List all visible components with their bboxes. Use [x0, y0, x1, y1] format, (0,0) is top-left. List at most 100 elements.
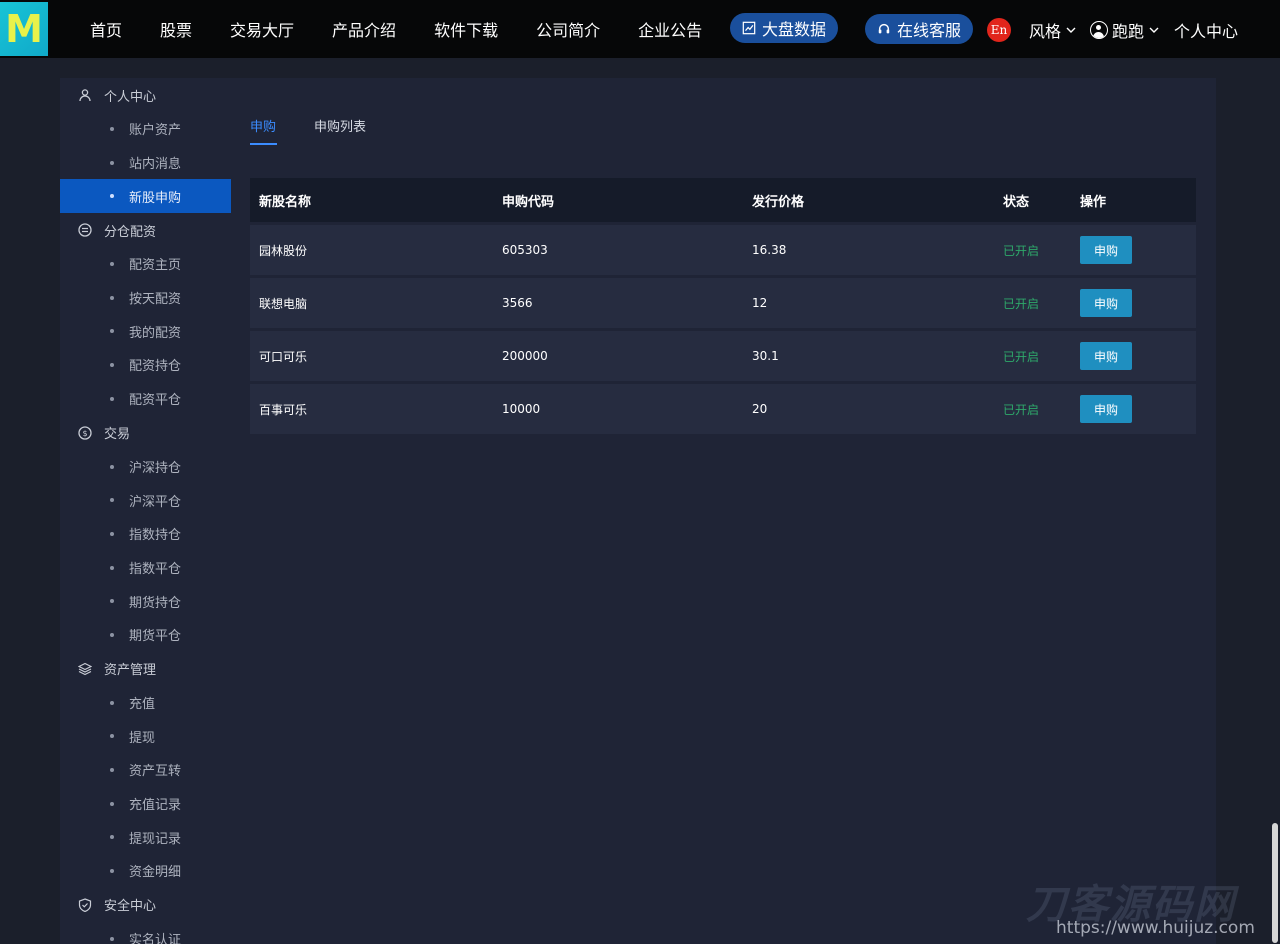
bullet-dot [110, 363, 114, 368]
bullet-dot [110, 835, 114, 840]
bullet-dot [110, 869, 114, 874]
sidebar-item-margin-positions[interactable]: 配资持仓 [60, 348, 231, 382]
nav-item-software-download[interactable]: 软件下载 [434, 17, 498, 41]
sidebar-item-withdraw[interactable]: 提现 [60, 719, 231, 753]
watermark-url: https://www.huijuz.com [1056, 918, 1255, 938]
cell-stock-name: 联想电脑 [259, 296, 308, 311]
top-navigation-bar: M 首页 股票 交易大厅 产品介绍 软件下载 公司简介 企业公告 大盘数据 在线… [0, 0, 1280, 58]
cell-issue-price: 30.1 [752, 349, 779, 363]
sidebar-group-label: 安全中心 [104, 899, 157, 915]
bullet-dot [110, 768, 114, 772]
sidebar-item-label: 期货持仓 [129, 595, 182, 611]
sidebar-item-recharge[interactable]: 充值 [60, 686, 231, 720]
nav-item-company-intro[interactable]: 公司简介 [536, 17, 600, 41]
market-data-button[interactable]: 大盘数据 [730, 13, 839, 43]
sidebar-item-fund-details[interactable]: 资金明细 [60, 854, 231, 888]
sidebar-item-a-share-closed[interactable]: 沪深平仓 [60, 483, 231, 517]
nav-item-announcements[interactable]: 企业公告 [638, 17, 702, 41]
sidebar-item-margin-home[interactable]: 配资主页 [60, 247, 231, 281]
sidebar-item-label: 配资持仓 [129, 359, 182, 375]
sidebar-item-asset-transfer[interactable]: 资产互转 [60, 753, 231, 787]
subscribe-button[interactable]: 申购 [1080, 289, 1132, 317]
bullet-dot [110, 127, 114, 131]
column-header-code: 申购代码 [502, 194, 555, 210]
sidebar-item-my-margin[interactable]: 我的配资 [60, 314, 231, 348]
sidebar-item-recharge-records[interactable]: 充值记录 [60, 787, 231, 821]
sidebar-item-futures-closed[interactable]: 期货平仓 [60, 618, 231, 652]
nav-item-stocks[interactable]: 股票 [160, 17, 192, 41]
cell-stock-name: 园林股份 [259, 243, 308, 258]
dollar-circle-icon: $ [78, 425, 92, 440]
main-nav: 首页 股票 交易大厅 产品介绍 软件下载 公司简介 企业公告 [90, 17, 740, 41]
sidebar-item-label: 实名认证 [129, 933, 182, 944]
table-row: 联想电脑 3566 12 已开启 申购 [250, 278, 1196, 328]
cell-subscribe-code: 200000 [502, 349, 548, 363]
sidebar-group-personal-center[interactable]: 个人中心 [60, 78, 231, 112]
subscribe-button[interactable]: 申购 [1080, 236, 1132, 264]
tab-subscribe[interactable]: 申购 [250, 116, 278, 145]
sidebar-group-asset-management[interactable]: 资产管理 [60, 652, 231, 686]
cell-issue-price: 20 [752, 402, 768, 416]
sidebar-item-label: 期货平仓 [129, 629, 182, 645]
sidebar-group-trading[interactable]: $ 交易 [60, 416, 231, 450]
sidebar-item-futures-positions[interactable]: 期货持仓 [60, 584, 231, 618]
user-dropdown[interactable]: 跑跑 [1090, 18, 1160, 42]
subscribe-button[interactable]: 申购 [1080, 342, 1132, 370]
sidebar-item-a-share-positions[interactable]: 沪深持仓 [60, 450, 231, 484]
sidebar-item-label: 沪深持仓 [129, 460, 182, 476]
nav-item-home[interactable]: 首页 [90, 17, 122, 41]
cell-subscribe-code: 3566 [502, 296, 533, 310]
sidebar-group-security-center[interactable]: 安全中心 [60, 888, 231, 922]
sidebar-group-margin-allocation[interactable]: 分仓配资 [60, 213, 231, 247]
column-header-action: 操作 [1080, 194, 1107, 210]
sidebar-item-messages[interactable]: 站内消息 [60, 146, 231, 180]
sidebar-item-withdraw-records[interactable]: 提现记录 [60, 820, 231, 854]
sidebar-item-label: 资金明细 [129, 865, 182, 881]
subscribe-button[interactable]: 申购 [1080, 395, 1132, 423]
sidebar-item-account-assets[interactable]: 账户资产 [60, 112, 231, 146]
cell-subscribe-code: 10000 [502, 402, 541, 416]
style-label: 风格 [1029, 22, 1062, 41]
style-dropdown[interactable]: 风格 [1029, 18, 1077, 42]
bullet-dot [110, 936, 114, 941]
bullet-dot [110, 396, 114, 401]
tab-subscribe-list[interactable]: 申购列表 [314, 116, 366, 145]
table-row: 可口可乐 200000 30.1 已开启 申购 [250, 331, 1196, 381]
sidebar-item-ipo-subscribe[interactable]: 新股申购 [60, 179, 231, 214]
cell-stock-name: 百事可乐 [259, 402, 308, 417]
shield-icon [78, 898, 92, 912]
status-badge: 已开启 [1003, 402, 1040, 417]
sidebar-item-margin-closed[interactable]: 配资平仓 [60, 382, 231, 416]
bullet-dot [110, 632, 114, 637]
avatar-icon [1090, 21, 1108, 39]
sidebar-item-daily-margin[interactable]: 按天配资 [60, 281, 231, 315]
bullet-dot [110, 329, 114, 334]
chart-line-icon [742, 21, 756, 35]
language-switch-badge[interactable]: En [987, 18, 1011, 42]
sidebar-item-index-closed[interactable]: 指数平仓 [60, 551, 231, 585]
table-row: 百事可乐 10000 20 已开启 申购 [250, 384, 1196, 434]
bullet-dot [110, 565, 114, 570]
online-service-button[interactable]: 在线客服 [865, 14, 974, 44]
nav-item-products[interactable]: 产品介绍 [332, 17, 396, 41]
personal-center-link[interactable]: 个人中心 [1174, 18, 1238, 42]
cell-stock-name: 可口可乐 [259, 349, 308, 364]
sidebar-group-label: 分仓配资 [104, 224, 157, 240]
sidebar-item-label: 提现 [129, 730, 156, 746]
page-scrollbar[interactable] [1272, 58, 1280, 944]
nav-item-trading-hall[interactable]: 交易大厅 [230, 17, 294, 41]
sidebar-item-label: 充值记录 [129, 798, 182, 814]
column-header-name: 新股名称 [259, 194, 312, 210]
sidebar: 个人中心 账户资产 站内消息 新股申购 分仓配资 配资主页 按天配资 我的配资 … [60, 78, 231, 944]
status-badge: 已开启 [1003, 243, 1040, 258]
cell-issue-price: 12 [752, 296, 768, 310]
sidebar-item-label: 充值 [129, 696, 156, 712]
sidebar-item-index-positions[interactable]: 指数持仓 [60, 517, 231, 551]
chevron-down-icon [1149, 27, 1159, 33]
bullet-dot [110, 734, 114, 739]
sidebar-item-identity-verification[interactable]: 实名认证 [60, 922, 231, 944]
sidebar-item-label: 指数持仓 [129, 528, 182, 544]
site-logo[interactable]: M [0, 2, 48, 56]
scrollbar-thumb[interactable] [1272, 823, 1278, 943]
svg-text:$: $ [82, 429, 87, 438]
